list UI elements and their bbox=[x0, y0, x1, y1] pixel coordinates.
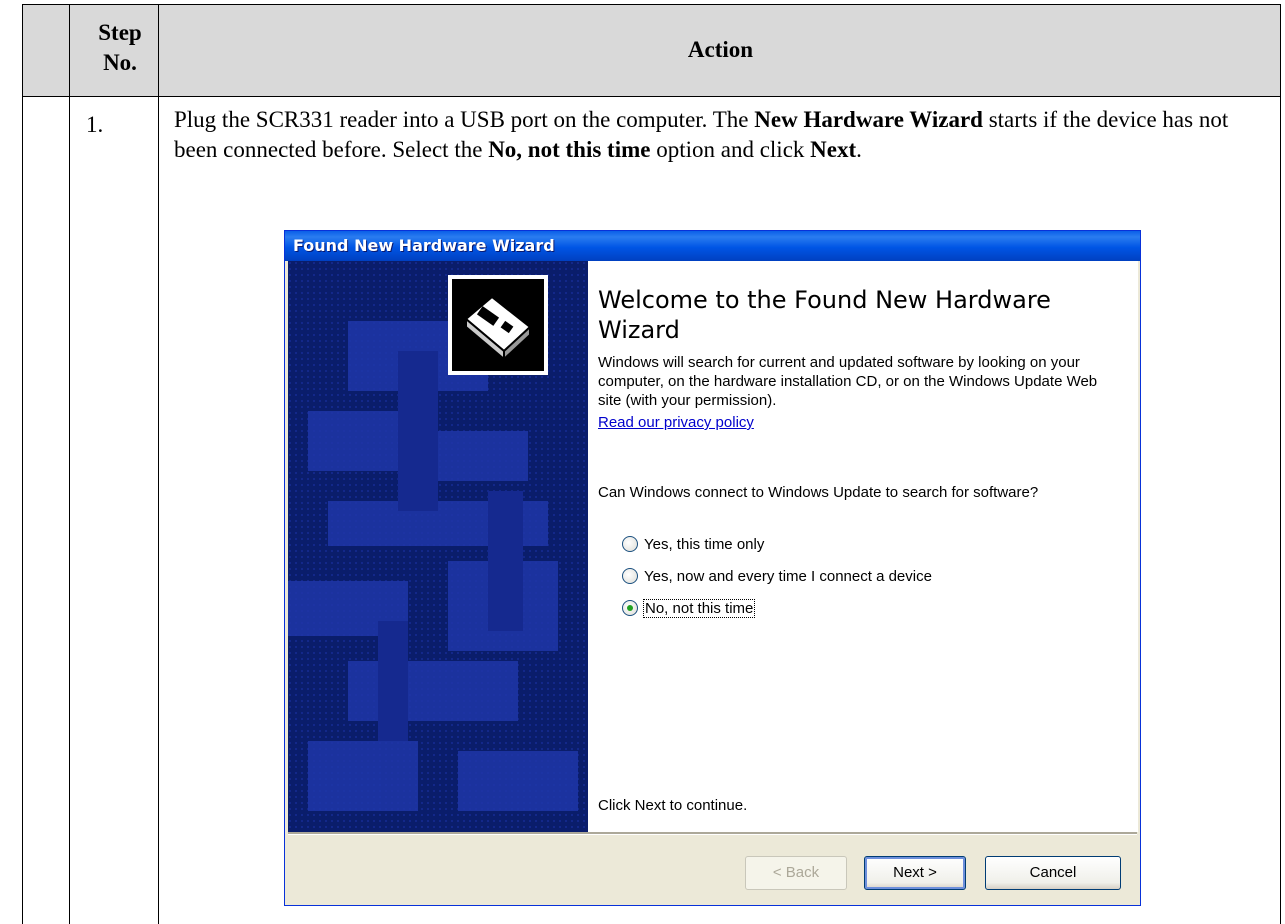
wizard-content: Welcome to the Found New Hardware Wizard… bbox=[588, 261, 1138, 832]
table-border-right bbox=[1280, 4, 1281, 924]
table-header-divider bbox=[22, 96, 1281, 97]
step-number: 1. bbox=[86, 112, 104, 137]
continue-text: Click Next to continue. bbox=[598, 797, 748, 814]
step-instruction: Plug the SCR331 reader into a USB port o… bbox=[174, 107, 1229, 162]
hardware-card-icon bbox=[448, 275, 548, 375]
radio-button-icon[interactable] bbox=[622, 568, 638, 584]
cancel-button[interactable]: Cancel bbox=[985, 856, 1121, 890]
radio-yes-every-time[interactable]: Yes, now and every time I connect a devi… bbox=[622, 565, 932, 587]
button-separator bbox=[288, 832, 1137, 835]
table-border-top bbox=[22, 4, 1281, 5]
column-divider-1 bbox=[69, 4, 70, 924]
header-action: Action bbox=[687, 37, 754, 62]
radio-label: No, not this time bbox=[642, 598, 756, 618]
wizard-question: Can Windows connect to Windows Update to… bbox=[598, 484, 1039, 501]
radio-label: Yes, this time only bbox=[644, 535, 765, 553]
header-step-no: Step No. bbox=[98, 20, 142, 75]
wizard-intro-text: Windows will search for current and upda… bbox=[598, 354, 1098, 409]
wizard-title: Found New Hardware Wizard bbox=[293, 236, 555, 255]
radio-button-icon[interactable] bbox=[622, 536, 638, 552]
radio-label: Yes, now and every time I connect a devi… bbox=[644, 567, 932, 585]
wizard-titlebar[interactable]: Found New Hardware Wizard bbox=[285, 231, 1140, 261]
radio-button-selected-icon[interactable] bbox=[622, 600, 638, 616]
radio-yes-this-time[interactable]: Yes, this time only bbox=[622, 533, 764, 555]
column-divider-2 bbox=[158, 4, 159, 924]
wizard-heading: Welcome to the Found New Hardware Wizard bbox=[598, 286, 1051, 344]
wizard-window: Found New Hardware Wizard Welcome to the… bbox=[284, 230, 1141, 906]
table-border-left bbox=[22, 4, 23, 924]
radio-no-not-this-time[interactable]: No, not this time bbox=[622, 597, 756, 619]
back-button[interactable]: < Back bbox=[745, 856, 847, 890]
wizard-side-panel bbox=[288, 261, 588, 832]
next-button[interactable]: Next > bbox=[864, 856, 966, 890]
privacy-policy-link[interactable]: Read our privacy policy bbox=[598, 413, 754, 432]
